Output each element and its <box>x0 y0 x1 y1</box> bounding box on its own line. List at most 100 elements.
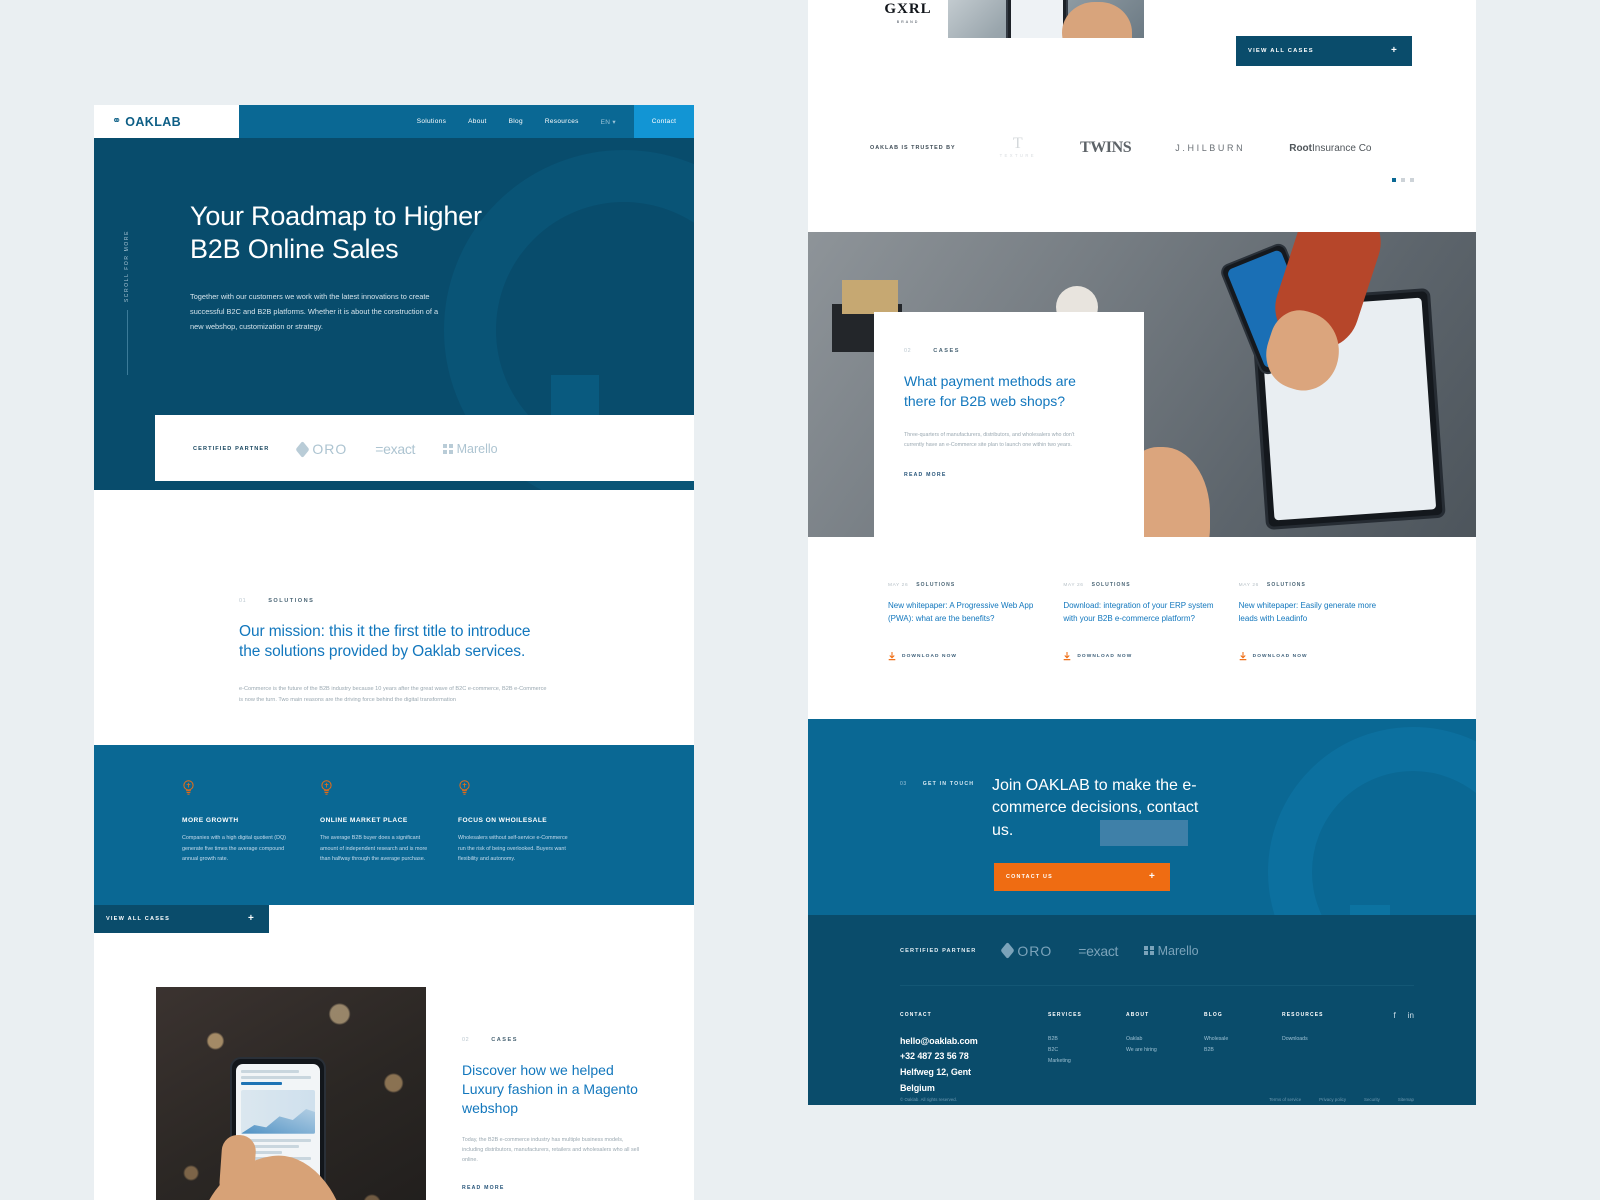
footer-certified-partner-label: CERTIFIED PARTNER <box>900 947 977 954</box>
footer-link-blog-b2b[interactable]: B2B <box>1204 1045 1282 1056</box>
case-read-more-link[interactable]: READ MORE <box>462 1185 694 1191</box>
payment-case-hero-photo: 02 CASES What payment methods are there … <box>808 232 1476 537</box>
case-paragraph: Today, the B2B e-commerce industry has m… <box>462 1136 640 1164</box>
download-icon <box>1064 651 1071 660</box>
partner-logo-oro-text: ORO <box>312 441 348 457</box>
site-footer: CERTIFIED PARTNER ORO =exact Marello CON… <box>808 914 1476 1105</box>
whitepaper-category: SOLUTIONS <box>1266 582 1306 588</box>
footer-link-sitemap[interactable]: Sitemap <box>1398 1097 1414 1102</box>
brand-logo[interactable]: ⚭ OAKLAB <box>94 105 239 138</box>
footer-link-privacy[interactable]: Privacy policy <box>1319 1097 1346 1102</box>
trusted-logo-root[interactable]: RootInsurance Co <box>1289 143 1371 154</box>
whitepaper-download-link[interactable]: DOWNLOAD NOW <box>1239 651 1390 661</box>
case-study-section: THE GXRL BRAND 02 CASES Discover how we … <box>94 986 694 1200</box>
footer-link-downloads[interactable]: Downloads <box>1282 1034 1360 1045</box>
nav-contact-label: Contact <box>651 118 677 125</box>
footer-link-marketing[interactable]: Marketing <box>1048 1056 1126 1067</box>
carousel-dots[interactable] <box>1392 178 1414 182</box>
oro-diamond-icon <box>1000 941 1015 960</box>
feature-card-more-growth: MORE GROWTH Companies with a high digita… <box>182 779 320 865</box>
whitepaper-download-link[interactable]: DOWNLOAD NOW <box>888 651 1039 661</box>
trusted-logo-jhilburn[interactable]: J.HILBURN <box>1175 143 1245 153</box>
whitepaper-category: SOLUTIONS <box>916 582 956 588</box>
footer-link-wholesale[interactable]: Wholesale <box>1204 1034 1282 1045</box>
download-icon <box>888 651 896 660</box>
partner-logo-oro[interactable]: ORO <box>295 440 348 458</box>
feature-title: MORE GROWTH <box>182 817 239 824</box>
footer-phone[interactable]: +32 487 23 56 78 <box>900 1049 1048 1065</box>
nav-item-language-selector[interactable]: EN ▾ <box>601 118 616 126</box>
footer-partner-logo-oro[interactable]: ORO <box>1000 941 1052 960</box>
whitepaper-download-link[interactable]: DOWNLOAD NOW <box>1063 651 1214 661</box>
view-all-cases-button[interactable]: VIEW ALL CASES + <box>94 904 269 933</box>
footer-link-b2b[interactable]: B2B <box>1048 1034 1126 1045</box>
carousel-dot-3[interactable] <box>1410 178 1414 182</box>
hero-paragraph: Together with our customers we work with… <box>190 291 439 331</box>
contact-us-button[interactable]: CONTACT US + <box>994 862 1170 891</box>
lightbulb-icon <box>459 780 470 795</box>
hero-content: Your Roadmap to Higher B2B Online Sales … <box>94 138 694 335</box>
carousel-dot-2[interactable] <box>1401 178 1405 182</box>
package-illustration <box>842 280 898 314</box>
nav-links-group: Solutions About Blog Resources EN ▾ <box>239 105 634 138</box>
case-eyebrow: 02 CASES <box>462 1037 694 1043</box>
footer-about-heading: ABOUT <box>1126 1011 1150 1018</box>
footer-link-we-are-hiring[interactable]: We are hiring <box>1126 1045 1204 1056</box>
whitepaper-title: New whitepaper: A Progressive Web App (P… <box>888 601 1034 623</box>
nav-item-resources[interactable]: Resources <box>545 118 579 125</box>
solutions-paragraph: e-Commerce is the future of the B2B indu… <box>239 686 547 703</box>
whitepaper-title: New whitepaper: Easily generate more lea… <box>1238 601 1377 623</box>
footer-columns: CONTACT hello@oaklab.com +32 487 23 56 7… <box>900 986 1414 1097</box>
carousel-dot-1[interactable] <box>1392 178 1396 182</box>
footer-email[interactable]: hello@oaklab.com <box>900 1034 1048 1050</box>
nav-item-blog[interactable]: Blog <box>509 118 523 125</box>
cta-text-highlight <box>1100 819 1188 846</box>
partner-logo-exact[interactable]: =exact <box>375 441 415 457</box>
trusted-logo-twins[interactable]: TWINS <box>1080 139 1132 157</box>
whitepaper-meta: MAY 26 SOLUTIONS <box>1063 582 1214 588</box>
footer-link-oaklab[interactable]: Oaklab <box>1126 1034 1204 1045</box>
plus-icon: + <box>1390 45 1398 56</box>
features-section: MORE GROWTH Companies with a high digita… <box>94 745 694 905</box>
footer-partner-logo-marello[interactable]: Marello <box>1144 944 1199 958</box>
footer-link-b2c[interactable]: B2C <box>1048 1045 1126 1056</box>
certified-partner-label: CERTIFIED PARTNER <box>193 446 270 452</box>
linkedin-icon[interactable]: in <box>1408 1011 1414 1020</box>
payment-case-eyebrow-number: 02 <box>904 348 912 354</box>
whitepapers-section: MAY 26 SOLUTIONS New whitepaper: A Progr… <box>808 537 1476 719</box>
feature-card-online-market-place: ONLINE MARKET PLACE The average B2B buye… <box>320 779 458 865</box>
footer-copyright: © Oaklab. All rights reserved. <box>900 1096 957 1102</box>
facebook-icon[interactable]: f <box>1394 1011 1396 1020</box>
texture-glyph-icon: T <box>1012 135 1023 152</box>
right-top-section: THE GXRL BRAND VIEW ALL CASES + OAKLAB I… <box>808 0 1476 232</box>
whitepaper-date: MAY 26 <box>1063 582 1084 588</box>
view-all-cases-label: VIEW ALL CASES <box>1248 48 1314 54</box>
nav-item-about[interactable]: About <box>468 118 487 125</box>
whitepaper-card-pwa[interactable]: MAY 26 SOLUTIONS New whitepaper: A Progr… <box>888 582 1063 661</box>
footer-link-security[interactable]: Security <box>1364 1097 1380 1102</box>
cta-title: Join OAKLAB to make the e-commerce decis… <box>992 775 1212 846</box>
nav-contact-button[interactable]: Contact <box>634 105 694 138</box>
footer-link-terms[interactable]: Terms of service <box>1269 1097 1301 1102</box>
case-photo-thumbnail <box>948 0 1144 38</box>
whitepaper-meta: MAY 26 SOLUTIONS <box>888 582 1039 588</box>
payment-case-title: What payment methods are there for B2B w… <box>904 373 1076 409</box>
feature-card-focus-on-wholesale: FOCUS ON WHOILESALE Wholesalers without … <box>458 779 596 865</box>
whitepaper-card-leadinfo[interactable]: MAY 26 SOLUTIONS New whitepaper: Easily … <box>1239 582 1414 661</box>
case-eyebrow-number: 02 <box>462 1036 470 1043</box>
brand-logo-text: OAKLAB <box>125 114 182 129</box>
case-eyebrow-label: CASES <box>491 1036 518 1043</box>
gxrl-brand-badge-top: THE GXRL BRAND <box>870 0 946 36</box>
feature-body: Wholesalers without self-service e-Comme… <box>458 835 568 863</box>
footer-address-line-1: Helfweg 12, Gent <box>900 1067 971 1078</box>
footer-partner-logo-exact[interactable]: =exact <box>1078 943 1118 959</box>
payment-case-read-more-link[interactable]: READ MORE <box>904 472 1144 478</box>
lightbulb-icon <box>321 780 332 795</box>
partner-logo-marello[interactable]: Marello <box>443 442 498 456</box>
cta-eyebrow: 03 GET IN TOUCH <box>900 775 992 843</box>
view-all-cases-button-right[interactable]: VIEW ALL CASES + <box>1236 36 1412 66</box>
whitepaper-card-erp[interactable]: MAY 26 SOLUTIONS Download: integration o… <box>1063 582 1238 661</box>
nav-item-solutions[interactable]: Solutions <box>417 118 446 125</box>
trusted-logo-texture[interactable]: T TEXTURE <box>1000 135 1036 158</box>
oro-diamond-icon <box>295 440 310 458</box>
